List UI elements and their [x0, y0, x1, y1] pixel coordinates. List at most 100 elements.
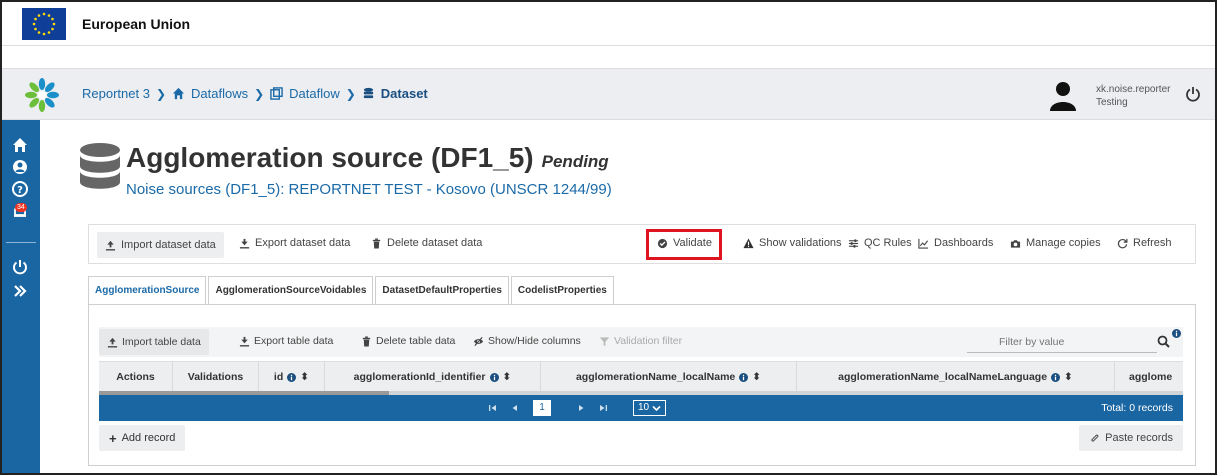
validate-button[interactable]: Validate	[657, 237, 712, 249]
tab-dataset-default-properties[interactable]: DatasetDefaultProperties	[375, 276, 509, 304]
paperclip-icon	[1091, 434, 1099, 442]
sliders-icon	[848, 238, 859, 248]
info-icon[interactable]	[287, 372, 297, 382]
paste-records-button[interactable]: Paste records	[1079, 425, 1183, 451]
chart-line-icon	[918, 238, 929, 249]
chevron-down-icon	[652, 405, 661, 411]
app-header: Reportnet 3 ❯ Dataflows ❯ Dataflow ❯ Dat…	[2, 68, 1215, 120]
next-page-icon[interactable]	[575, 402, 587, 414]
filter-icon	[599, 336, 610, 346]
breadcrumb-dataset: Dataset	[380, 86, 428, 101]
breadcrumb-separator-icon: ❯	[254, 86, 265, 101]
last-page-icon[interactable]	[597, 402, 609, 414]
refresh-button[interactable]: Refresh	[1117, 237, 1172, 249]
breadcrumb: Reportnet 3 ❯ Dataflows ❯ Dataflow ❯ Dat…	[82, 86, 428, 101]
power-icon[interactable]	[11, 258, 29, 276]
sort-icon[interactable]: ⬍	[1064, 371, 1073, 383]
manage-copies-button[interactable]: Manage copies	[1010, 237, 1101, 249]
column-header-id[interactable]: id ⬍	[259, 362, 325, 391]
info-icon[interactable]	[489, 372, 499, 382]
breadcrumb-dataflows[interactable]: Dataflows	[191, 86, 248, 101]
tab-agglomeration-source[interactable]: AgglomerationSource	[88, 276, 207, 304]
qc-rules-button[interactable]: QC Rules	[848, 237, 912, 249]
delete-table-button[interactable]: Delete table data	[361, 335, 455, 347]
export-table-button[interactable]: Export table data	[239, 335, 333, 347]
export-dataset-button[interactable]: Export dataset data	[239, 237, 350, 249]
current-page-button[interactable]: 1	[533, 400, 551, 416]
rows-per-page-dropdown[interactable]: 10	[633, 400, 667, 416]
warning-triangle-icon	[743, 237, 754, 248]
breadcrumb-reportnet[interactable]: Reportnet 3	[82, 86, 150, 101]
total-records: Total: 0 records	[1101, 402, 1173, 414]
logout-power-icon[interactable]	[1185, 86, 1201, 102]
import-table-button[interactable]: Import table data	[99, 329, 209, 355]
user-info: xk.noise.reporter Testing	[1096, 83, 1170, 109]
trash-icon	[372, 237, 381, 249]
user-avatar-icon[interactable]	[1048, 79, 1078, 111]
first-page-icon[interactable]	[487, 402, 499, 414]
dataset-toolbar: Import dataset data Export dataset data …	[88, 224, 1196, 264]
reportnet-logo-icon[interactable]	[24, 77, 60, 113]
expand-double-chevron-icon[interactable]	[11, 282, 29, 300]
upload-icon	[105, 240, 116, 251]
eu-top-bar: European Union	[2, 2, 1215, 46]
column-header-actions: Actions	[99, 362, 173, 391]
database-icon	[363, 87, 373, 99]
user-role: Testing	[1096, 97, 1128, 108]
table-panel: Import table data Export table data Dele…	[88, 304, 1196, 466]
validation-filter-button[interactable]: Validation filter	[599, 335, 682, 347]
sort-icon[interactable]: ⬍	[300, 371, 309, 383]
camera-icon	[1010, 239, 1021, 248]
dataset-status: Pending	[541, 152, 609, 171]
breadcrumb-separator-icon: ❯	[345, 86, 356, 101]
column-header-agglome-truncated[interactable]: agglome	[1115, 362, 1183, 391]
trash-icon	[362, 335, 371, 347]
sort-icon[interactable]: ⬍	[503, 371, 512, 383]
show-validations-button[interactable]: Show validations	[743, 237, 842, 249]
search-icon[interactable]	[1157, 335, 1170, 348]
clone-icon	[270, 87, 283, 100]
user-circle-icon[interactable]	[11, 158, 29, 176]
table-toolbar: Import table data Export table data Dele…	[99, 327, 1183, 357]
dataset-database-icon	[80, 143, 120, 189]
home-icon	[172, 87, 185, 100]
plus-icon: +	[109, 430, 117, 446]
tab-agglomeration-source-voidables[interactable]: AgglomerationSourceVoidables	[208, 276, 374, 304]
info-icon[interactable]	[1051, 372, 1061, 382]
column-header-validations: Validations	[173, 362, 259, 391]
table-header: Actions Validations id ⬍ agglomerationId…	[99, 361, 1183, 391]
sort-icon[interactable]: ⬍	[752, 371, 761, 383]
download-icon	[239, 336, 250, 347]
svg-text:?: ?	[17, 185, 23, 196]
left-sidebar: ? 34	[2, 120, 40, 473]
breadcrumb-separator-icon: ❯	[155, 86, 166, 101]
show-hide-columns-button[interactable]: Show/Hide columns	[473, 335, 581, 347]
dashboards-button[interactable]: Dashboards	[918, 237, 993, 249]
column-header-agglomeration-id-identifier[interactable]: agglomerationId_identifier ⬍	[325, 362, 541, 391]
column-header-agglomeration-name-local-name-language[interactable]: agglomerationName_localNameLanguage ⬍	[797, 362, 1115, 391]
dataset-title: Agglomeration source (DF1_5) Pending	[126, 142, 609, 174]
sidebar-divider	[6, 242, 36, 243]
eu-flag-icon	[22, 8, 66, 40]
eye-slash-icon	[473, 336, 484, 346]
tab-codelist-properties[interactable]: CodelistProperties	[510, 276, 614, 304]
dataset-subtitle: Noise sources (DF1_5): REPORTNET TEST - …	[126, 181, 612, 198]
previous-page-icon[interactable]	[509, 402, 521, 414]
dataset-name: Agglomeration source (DF1_5)	[126, 142, 534, 173]
paginator: 1 10 Total: 0 records	[99, 395, 1183, 421]
breadcrumb-dataflow[interactable]: Dataflow	[289, 86, 340, 101]
help-icon[interactable]: ?	[11, 180, 29, 198]
filter-by-value-input[interactable]	[967, 331, 1157, 353]
add-record-button[interactable]: + Add record	[99, 425, 186, 451]
column-header-agglomeration-name-local-name[interactable]: agglomerationName_localName ⬍	[541, 362, 797, 391]
check-circle-icon	[657, 238, 668, 248]
notification-count-badge: 34	[15, 203, 27, 212]
upload-icon	[107, 337, 118, 348]
refresh-icon	[1117, 238, 1128, 248]
home-icon[interactable]	[11, 136, 29, 154]
app-frame: European Union Reportnet 3 ❯ Dataflows ❯…	[0, 0, 1217, 475]
info-icon[interactable]	[739, 372, 749, 382]
info-icon[interactable]	[1172, 329, 1181, 338]
import-dataset-button[interactable]: Import dataset data	[97, 232, 224, 258]
delete-dataset-button[interactable]: Delete dataset data	[371, 237, 482, 249]
